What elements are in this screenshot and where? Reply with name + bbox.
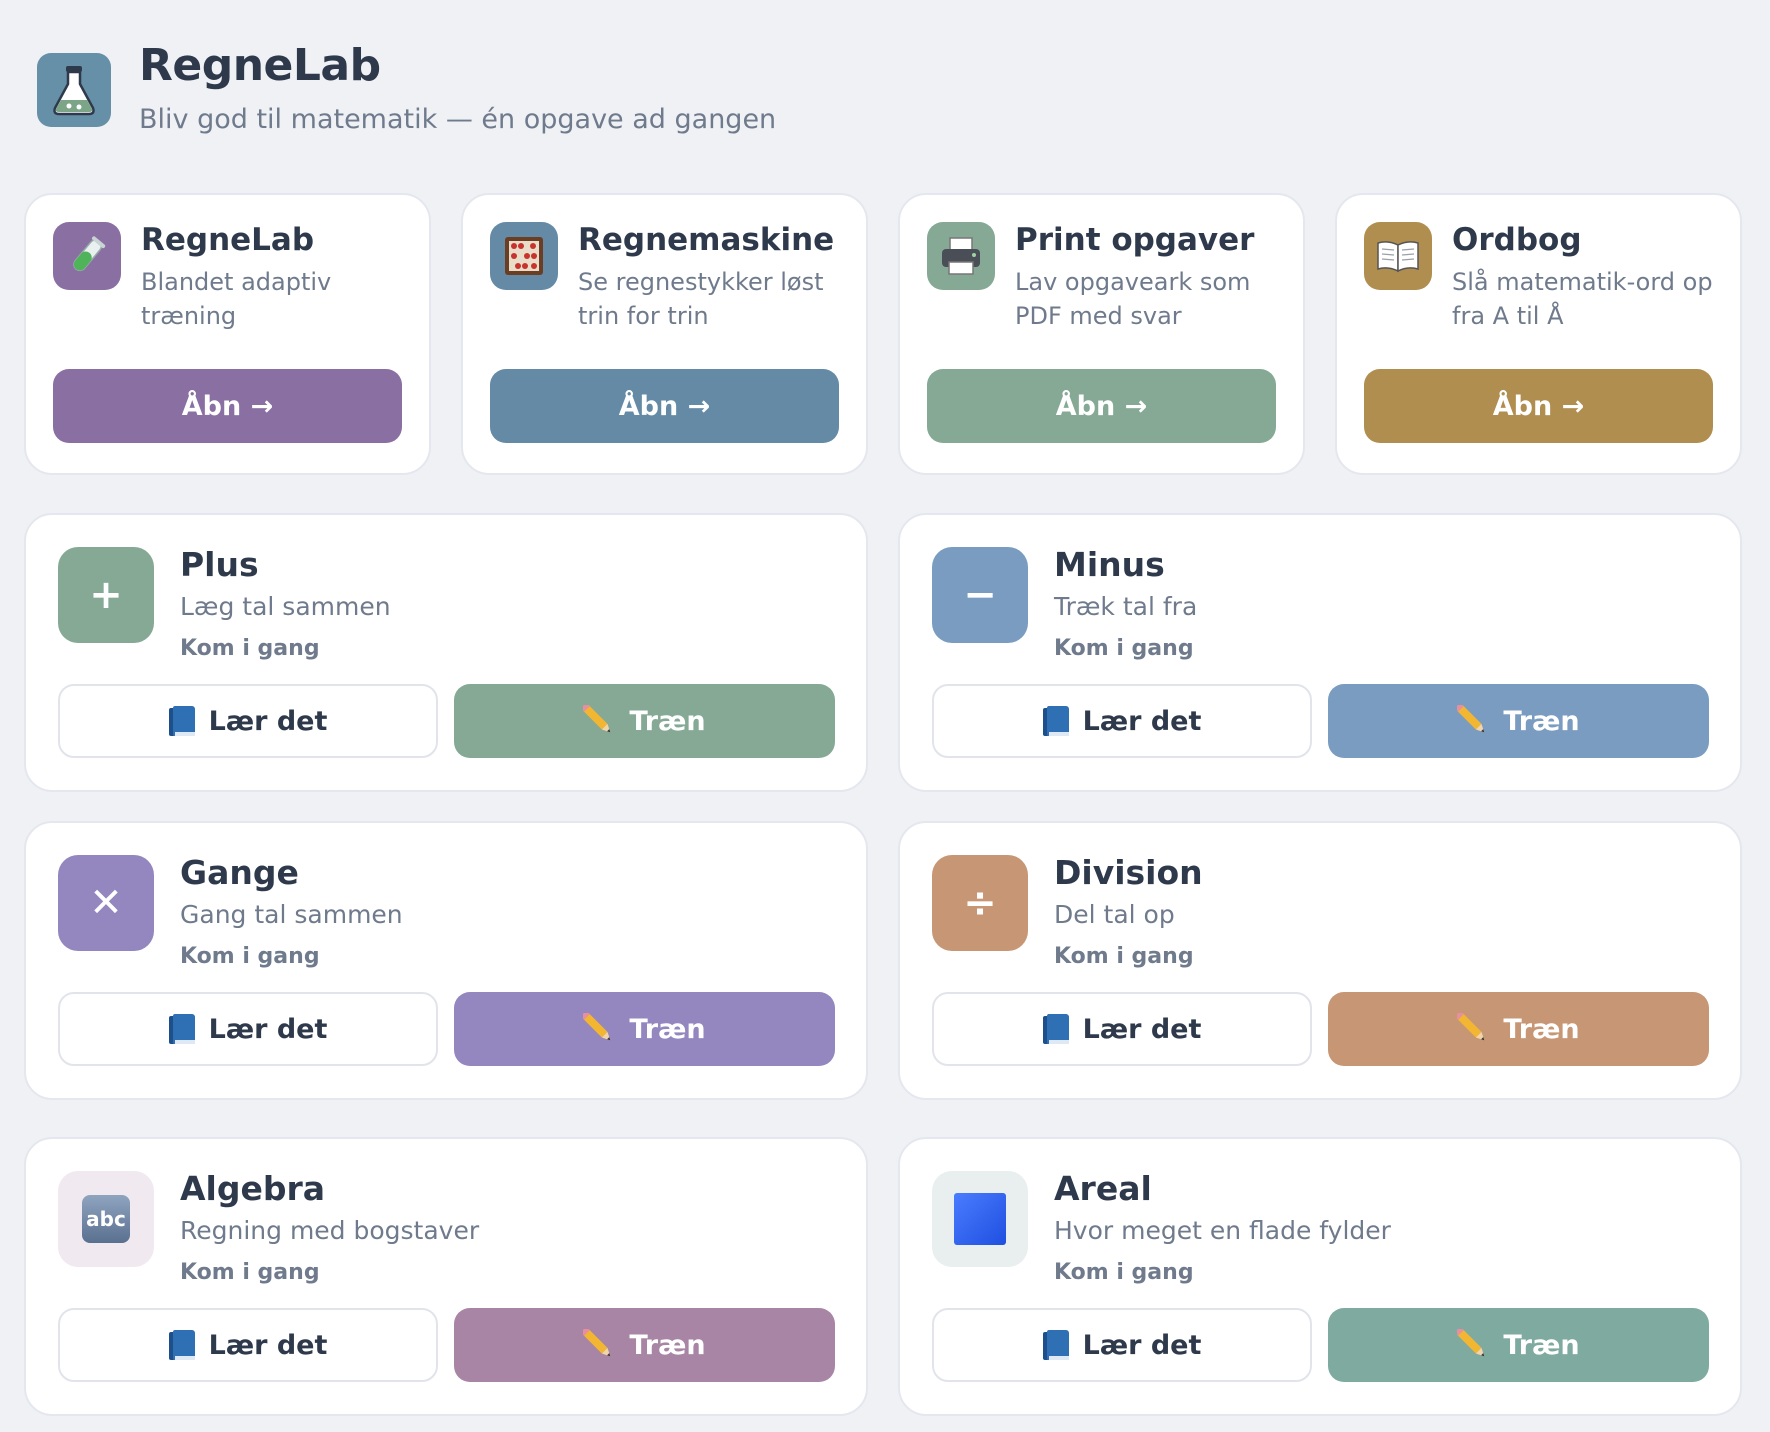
train-label: Træn	[1503, 1329, 1580, 1361]
topic-title: Gange	[180, 853, 299, 892]
pencil-icon	[1457, 705, 1489, 737]
pencil-icon	[1457, 1329, 1489, 1361]
learn-button[interactable]: Lær det	[58, 1308, 438, 1382]
tool-description: Se regnestykker løst trin for trin	[578, 268, 824, 330]
train-label: Træn	[629, 705, 706, 737]
tool-card-ordbog: Ordbog Slå matematik-ord op fra A til Å …	[1335, 193, 1742, 475]
abacus-icon	[490, 222, 558, 290]
book-icon	[1042, 1330, 1069, 1360]
printer-icon	[927, 222, 995, 290]
tool-card-regnemaskine: Regnemaskine Se regnestykker løst trin f…	[461, 193, 868, 475]
open-ordbog-button[interactable]: Åbn →	[1364, 369, 1713, 443]
open-regnelab-button[interactable]: Åbn →	[53, 369, 402, 443]
book-icon	[168, 706, 195, 736]
tool-title: RegneLab	[141, 222, 315, 258]
train-button[interactable]: Træn	[1328, 1308, 1709, 1382]
topic-card-minus: − Minus Træk tal fra Kom i gang Lær det …	[898, 513, 1742, 792]
tool-title: Print opgaver	[1015, 222, 1255, 258]
tool-description: Slå matematik-ord op fra A til Å	[1452, 268, 1713, 330]
topic-description: Læg tal sammen	[180, 592, 391, 621]
train-label: Træn	[1503, 705, 1580, 737]
app-root: RegneLab Bliv god til matematik — én opg…	[0, 0, 1770, 1432]
tool-card-regnelab: RegneLab Blandet adaptiv træning Åbn →	[24, 193, 431, 475]
pencil-icon	[583, 705, 615, 737]
topic-level: Kom i gang	[180, 1260, 320, 1285]
open-print-button[interactable]: Åbn →	[927, 369, 1276, 443]
topic-description: Træk tal fra	[1054, 592, 1198, 621]
tool-description: Blandet adaptiv træning	[141, 268, 332, 330]
train-button[interactable]: Træn	[1328, 684, 1709, 758]
book-icon	[168, 1014, 195, 1044]
book-icon	[168, 1330, 195, 1360]
learn-button[interactable]: Lær det	[932, 1308, 1312, 1382]
pencil-icon	[583, 1329, 615, 1361]
learn-button[interactable]: Lær det	[932, 684, 1312, 758]
topic-level: Kom i gang	[180, 636, 320, 661]
learn-label: Lær det	[208, 705, 328, 737]
topic-card-plus: + Plus Læg tal sammen Kom i gang Lær det…	[24, 513, 868, 792]
topic-description: Regning med bogstaver	[180, 1216, 480, 1245]
blue-square-icon	[932, 1171, 1028, 1267]
topic-card-algebra: abc Algebra Regning med bogstaver Kom i …	[24, 1137, 868, 1416]
logo	[37, 53, 111, 127]
plus-icon: +	[58, 547, 154, 643]
abc-icon: abc	[58, 1171, 154, 1267]
pencil-icon	[583, 1013, 615, 1045]
topic-description: Hvor meget en flade fylder	[1054, 1216, 1391, 1245]
topic-level: Kom i gang	[180, 944, 320, 969]
topic-title: Areal	[1054, 1169, 1152, 1208]
learn-button[interactable]: Lær det	[932, 992, 1312, 1066]
book-icon	[1042, 1014, 1069, 1044]
topic-description: Del tal op	[1054, 900, 1175, 929]
tool-title: Regnemaskine	[578, 222, 835, 258]
page-subtitle: Bliv god til matematik — én opgave ad ga…	[139, 104, 777, 135]
learn-label: Lær det	[1082, 705, 1202, 737]
open-regnemaskine-button[interactable]: Åbn →	[490, 369, 839, 443]
learn-button[interactable]: Lær det	[58, 684, 438, 758]
divide-icon: ÷	[932, 855, 1028, 951]
topic-card-areal: Areal Hvor meget en flade fylder Kom i g…	[898, 1137, 1742, 1416]
topic-description: Gang tal sammen	[180, 900, 403, 929]
book-icon	[1042, 706, 1069, 736]
train-button[interactable]: Træn	[454, 992, 835, 1066]
topic-card-division: ÷ Division Del tal op Kom i gang Lær det…	[898, 821, 1742, 1100]
learn-button[interactable]: Lær det	[58, 992, 438, 1066]
header: RegneLab Bliv god til matematik — én opg…	[37, 40, 776, 138]
train-label: Træn	[629, 1329, 706, 1361]
train-label: Træn	[1503, 1013, 1580, 1045]
multiply-icon: ✕	[58, 855, 154, 951]
flask-icon	[53, 66, 95, 116]
train-button[interactable]: Træn	[1328, 992, 1709, 1066]
learn-label: Lær det	[208, 1013, 328, 1045]
train-label: Træn	[629, 1013, 706, 1045]
topic-level: Kom i gang	[1054, 636, 1194, 661]
tool-title: Ordbog	[1452, 222, 1582, 258]
pencil-icon	[1457, 1013, 1489, 1045]
learn-label: Lær det	[208, 1329, 328, 1361]
topic-title: Minus	[1054, 545, 1165, 584]
topic-level: Kom i gang	[1054, 944, 1194, 969]
page-title: RegneLab	[139, 40, 381, 91]
minus-icon: −	[932, 547, 1028, 643]
topic-level: Kom i gang	[1054, 1260, 1194, 1285]
topic-title: Division	[1054, 853, 1203, 892]
tool-description: Lav opgaveark som PDF med svar	[1015, 268, 1251, 330]
learn-label: Lær det	[1082, 1329, 1202, 1361]
test-tube-icon	[53, 222, 121, 290]
tool-card-print: Print opgaver Lav opgaveark som PDF med …	[898, 193, 1305, 475]
train-button[interactable]: Træn	[454, 1308, 835, 1382]
open-book-icon	[1364, 222, 1432, 290]
topic-title: Plus	[180, 545, 259, 584]
abc-label: abc	[82, 1195, 130, 1243]
topic-card-gange: ✕ Gange Gang tal sammen Kom i gang Lær d…	[24, 821, 868, 1100]
topic-title: Algebra	[180, 1169, 326, 1208]
train-button[interactable]: Træn	[454, 684, 835, 758]
learn-label: Lær det	[1082, 1013, 1202, 1045]
